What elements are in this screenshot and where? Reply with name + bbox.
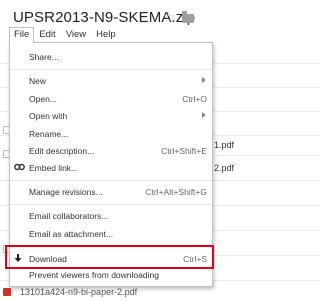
menu-file[interactable]: File — [9, 27, 35, 43]
menu-separator — [10, 69, 212, 70]
menu-item-label: Edit description... — [29, 146, 95, 156]
menu-item-open-with[interactable]: Open with — [10, 109, 212, 123]
menu-separator — [10, 204, 212, 205]
folder-icon[interactable] — [181, 11, 194, 23]
menu-item-manage-revisions[interactable]: Manage revisions... Ctrl+Alt+Shift+G — [10, 185, 212, 199]
menu-item-email-collaborators[interactable]: Email collaborators... — [10, 209, 212, 223]
link-icon — [14, 163, 25, 173]
list-item-file[interactable]: 13101a424-n9-bi-paper-2.pdf — [20, 287, 137, 297]
menu-item-rename[interactable]: Rename... — [10, 127, 212, 141]
menu-view[interactable]: View — [61, 27, 91, 43]
menu-item-prevent-download[interactable]: Prevent viewers from downloading — [10, 268, 212, 282]
menu-item-shortcut: Ctrl+Alt+Shift+G — [145, 187, 207, 197]
menu-item-embed-link[interactable]: Embed link... — [10, 161, 212, 175]
menu-item-edit-description[interactable]: Edit description... Ctrl+Shift+E — [10, 144, 212, 158]
menu-item-label: Rename... — [29, 129, 69, 139]
link-icon-svg — [14, 163, 25, 171]
submenu-arrow-icon — [202, 112, 206, 118]
menu-item-shortcut: Ctrl+O — [182, 94, 207, 104]
title-icons: ☆ — [163, 9, 194, 25]
menu-separator — [10, 180, 212, 181]
menu-item-label: New — [29, 76, 47, 86]
menu-item-label: Open... — [29, 94, 57, 104]
menu-item-label: Open with — [29, 111, 68, 121]
menu-item-label: Prevent viewers from downloading — [29, 270, 159, 280]
menu-item-shortcut: Ctrl+Shift+E — [161, 146, 207, 156]
list-item-file[interactable]: 1.pdf — [214, 140, 234, 150]
menu-item-label: Share... — [29, 52, 59, 62]
menu-item-label: Email collaborators... — [29, 211, 109, 221]
menu-item-share[interactable]: Share... — [10, 50, 212, 64]
menu-item-label: Email as attachment... — [29, 229, 114, 239]
star-icon[interactable]: ☆ — [163, 9, 176, 25]
menu-bar: File Edit View Help — [9, 27, 121, 43]
pdf-file-icon — [3, 288, 11, 296]
download-highlight-box — [5, 245, 214, 269]
menu-item-new[interactable]: New — [10, 74, 212, 88]
menu-help[interactable]: Help — [91, 27, 121, 43]
submenu-arrow-icon — [202, 77, 206, 83]
menu-edit[interactable]: Edit — [34, 27, 60, 43]
menu-item-email-attachment[interactable]: Email as attachment... — [10, 227, 212, 241]
menu-item-open[interactable]: Open... Ctrl+O — [10, 92, 212, 106]
menu-item-label: Manage revisions... — [29, 187, 103, 197]
list-item-file[interactable]: 2.pdf — [214, 163, 234, 173]
menu-item-label: Embed link... — [29, 163, 79, 173]
